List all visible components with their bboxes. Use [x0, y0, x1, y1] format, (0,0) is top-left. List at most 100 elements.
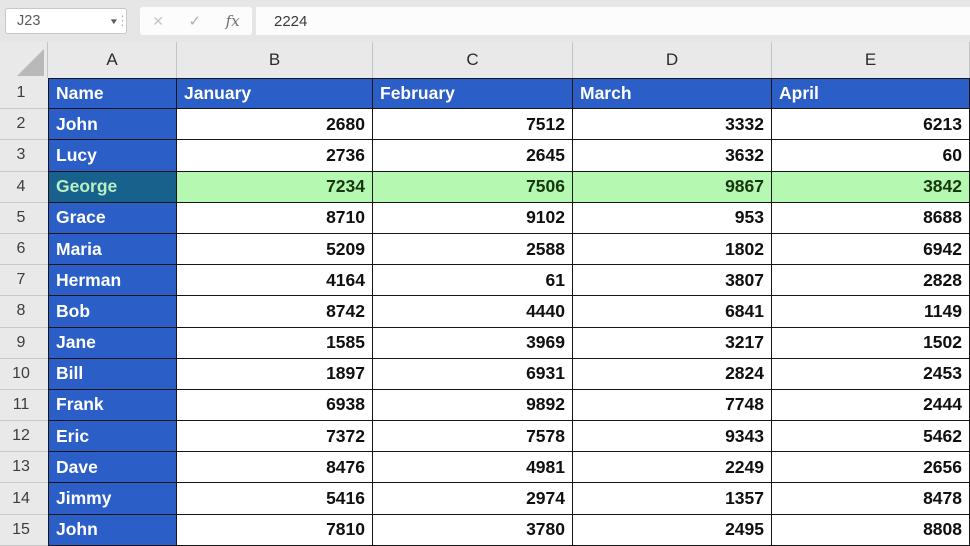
cell-E14[interactable]: 8478	[772, 483, 970, 515]
cell-D1[interactable]: March	[573, 78, 772, 110]
row-header-12[interactable]: 12	[0, 421, 48, 453]
cell-E15[interactable]: 8808	[772, 514, 970, 546]
cell-D12[interactable]: 9343	[573, 421, 772, 453]
cell-B4[interactable]: 7234	[177, 171, 373, 203]
cell-E7[interactable]: 2828	[772, 265, 970, 297]
cell-E13[interactable]: 2656	[772, 452, 970, 484]
row-header-13[interactable]: 13	[0, 452, 48, 484]
enter-icon[interactable]: ✓	[189, 12, 202, 30]
cell-D4[interactable]: 9867	[573, 171, 772, 203]
cell-A15[interactable]: John	[48, 514, 177, 546]
cell-C6[interactable]: 2588	[373, 233, 573, 266]
row-header-10[interactable]: 10	[0, 358, 48, 390]
name-box[interactable]: J23 ▼	[5, 8, 127, 34]
cancel-icon[interactable]: ✕	[152, 13, 164, 30]
insert-function-icon[interactable]: fx	[226, 12, 240, 30]
cell-D6[interactable]: 1802	[573, 233, 772, 266]
cell-E11[interactable]: 2444	[772, 389, 970, 422]
cell-E2[interactable]: 6213	[772, 109, 970, 141]
cell-E5[interactable]: 8688	[772, 202, 970, 234]
cell-D5[interactable]: 953	[573, 202, 772, 234]
row-header-14[interactable]: 14	[0, 483, 48, 515]
cell-C12[interactable]: 7578	[373, 421, 573, 453]
cell-C2[interactable]: 7512	[373, 109, 573, 141]
cell-B15[interactable]: 7810	[177, 514, 373, 546]
cell-A7[interactable]: Herman	[48, 265, 177, 297]
cell-D3[interactable]: 3632	[573, 140, 772, 172]
cell-B3[interactable]: 2736	[177, 140, 373, 172]
cell-C5[interactable]: 9102	[373, 202, 573, 234]
cell-E4[interactable]: 3842	[772, 171, 970, 203]
cell-A9[interactable]: Jane	[48, 327, 177, 359]
row-header-4[interactable]: 4	[0, 171, 48, 203]
cell-B12[interactable]: 7372	[177, 421, 373, 453]
cell-B5[interactable]: 8710	[177, 202, 373, 234]
cell-E3[interactable]: 60	[772, 140, 970, 172]
cell-B9[interactable]: 1585	[177, 327, 373, 359]
cell-B13[interactable]: 8476	[177, 452, 373, 484]
formula-bar[interactable]: 2224	[256, 7, 970, 35]
cell-A11[interactable]: Frank	[48, 389, 177, 422]
cell-C7[interactable]: 61	[373, 265, 573, 297]
cell-C9[interactable]: 3969	[373, 327, 573, 359]
cell-A14[interactable]: Jimmy	[48, 483, 177, 515]
cell-C4[interactable]: 7506	[373, 171, 573, 203]
cell-D2[interactable]: 3332	[573, 109, 772, 141]
cell-D9[interactable]: 3217	[573, 327, 772, 359]
cell-A6[interactable]: Maria	[48, 233, 177, 266]
cell-A3[interactable]: Lucy	[48, 140, 177, 172]
column-header-C[interactable]: C	[373, 42, 573, 78]
row-header-6[interactable]: 6	[0, 233, 48, 266]
cell-B14[interactable]: 5416	[177, 483, 373, 515]
cell-A4[interactable]: George	[48, 171, 177, 203]
cell-E10[interactable]: 2453	[772, 358, 970, 390]
select-all-corner[interactable]	[0, 42, 48, 78]
cell-D14[interactable]: 1357	[573, 483, 772, 515]
cell-D10[interactable]: 2824	[573, 358, 772, 390]
cell-C15[interactable]: 3780	[373, 514, 573, 546]
row-header-7[interactable]: 7	[0, 265, 48, 297]
column-header-E[interactable]: E	[772, 42, 970, 78]
column-header-D[interactable]: D	[573, 42, 772, 78]
row-header-1[interactable]: 1	[0, 78, 48, 110]
cell-C11[interactable]: 9892	[373, 389, 573, 422]
cell-B1[interactable]: January	[177, 78, 373, 110]
cell-B11[interactable]: 6938	[177, 389, 373, 422]
row-header-2[interactable]: 2	[0, 109, 48, 141]
cell-C3[interactable]: 2645	[373, 140, 573, 172]
cell-E6[interactable]: 6942	[772, 233, 970, 266]
cell-B8[interactable]: 8742	[177, 296, 373, 328]
cell-D8[interactable]: 6841	[573, 296, 772, 328]
cell-E1[interactable]: April	[772, 78, 970, 110]
cell-A2[interactable]: John	[48, 109, 177, 141]
cell-E12[interactable]: 5462	[772, 421, 970, 453]
cell-D11[interactable]: 7748	[573, 389, 772, 422]
row-header-9[interactable]: 9	[0, 327, 48, 359]
cell-C1[interactable]: February	[373, 78, 573, 110]
cell-C13[interactable]: 4981	[373, 452, 573, 484]
cell-D7[interactable]: 3807	[573, 265, 772, 297]
cell-B10[interactable]: 1897	[177, 358, 373, 390]
row-header-11[interactable]: 11	[0, 389, 48, 422]
cell-E8[interactable]: 1149	[772, 296, 970, 328]
cell-C14[interactable]: 2974	[373, 483, 573, 515]
cell-A10[interactable]: Bill	[48, 358, 177, 390]
cell-D15[interactable]: 2495	[573, 514, 772, 546]
cell-A8[interactable]: Bob	[48, 296, 177, 328]
cell-A13[interactable]: Dave	[48, 452, 177, 484]
cell-C10[interactable]: 6931	[373, 358, 573, 390]
cell-A1[interactable]: Name	[48, 78, 177, 110]
cell-C8[interactable]: 4440	[373, 296, 573, 328]
cell-D13[interactable]: 2249	[573, 452, 772, 484]
cell-A12[interactable]: Eric	[48, 421, 177, 453]
cell-B6[interactable]: 5209	[177, 233, 373, 266]
cell-B2[interactable]: 2680	[177, 109, 373, 141]
column-header-B[interactable]: B	[177, 42, 373, 78]
column-header-A[interactable]: A	[48, 42, 177, 78]
row-header-5[interactable]: 5	[0, 202, 48, 234]
cell-A5[interactable]: Grace	[48, 202, 177, 234]
row-header-15[interactable]: 15	[0, 514, 48, 546]
cell-B7[interactable]: 4164	[177, 265, 373, 297]
cell-E9[interactable]: 1502	[772, 327, 970, 359]
row-header-8[interactable]: 8	[0, 296, 48, 328]
